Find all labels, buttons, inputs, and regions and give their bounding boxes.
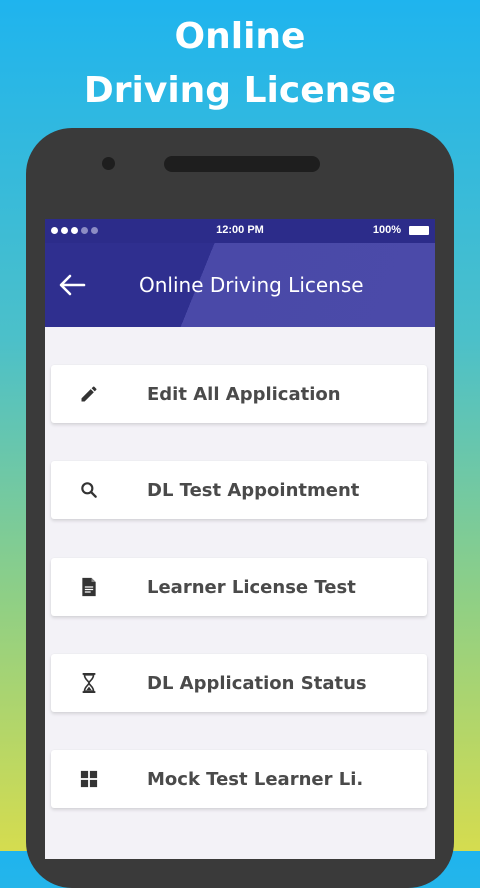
menu-item-edit-all-application[interactable]: Edit All Application [51,365,427,423]
menu-item-label: Edit All Application [147,383,341,405]
hourglass-icon [77,671,101,695]
battery-percent: 100% [372,224,401,236]
menu-item-mock-test-learner[interactable]: Mock Test Learner Li. [51,750,427,808]
phone-screen: 12:00 PM 100% Online Driving License Edi… [45,219,435,859]
menu-item-learner-license-test[interactable]: Learner License Test [51,558,427,616]
camera-icon [102,157,115,170]
status-bar: 12:00 PM 100% [45,219,435,243]
speaker-grille [164,156,320,172]
grid-icon [77,767,101,791]
battery-icon [409,226,429,235]
promo-title-line2: Driving License [83,70,397,111]
promo-title-line1: Online [174,16,306,57]
pencil-icon [77,382,101,406]
document-icon [77,575,101,599]
promo-title: Online Driving License [0,10,480,118]
menu-item-label: DL Application Status [147,672,367,694]
search-icon [77,478,101,502]
app-bar-title: Online Driving License [139,273,364,297]
menu-item-dl-application-status[interactable]: DL Application Status [51,654,427,712]
menu-item-label: DL Test Appointment [147,479,360,501]
app-bar: Online Driving License [45,243,435,327]
menu-item-label: Mock Test Learner Li. [147,768,364,790]
menu-item-label: Learner License Test [147,576,356,598]
menu-item-dl-test-appointment[interactable]: DL Test Appointment [51,461,427,519]
arrow-back-icon[interactable] [57,270,87,300]
